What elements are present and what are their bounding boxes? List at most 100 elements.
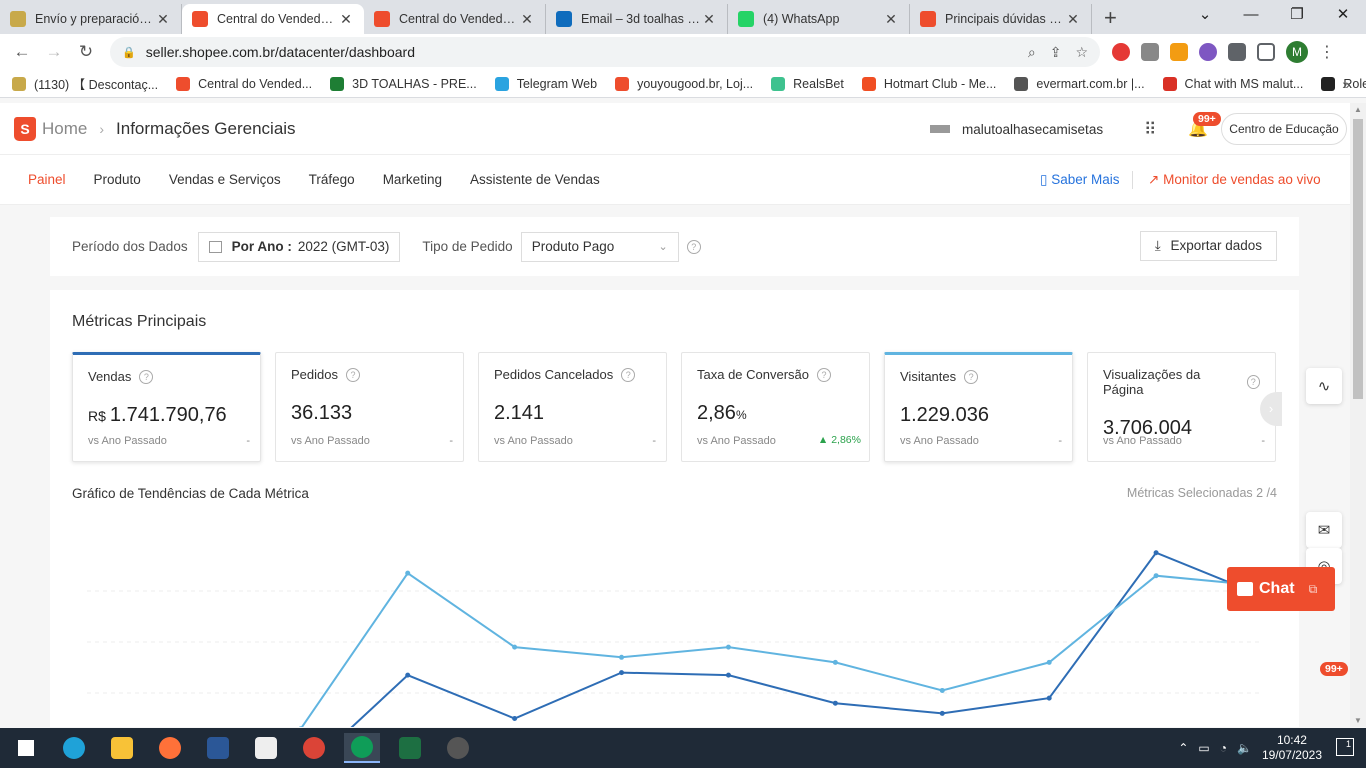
browser-tab[interactable]: Envío y preparación de...✕	[0, 4, 182, 34]
menu-item[interactable]: Assistente de Vendas	[470, 172, 600, 187]
opera-extension-icon[interactable]	[1112, 43, 1130, 61]
data-point[interactable]	[1046, 695, 1052, 701]
education-center-button[interactable]: Centro de Educação	[1221, 113, 1347, 145]
clock[interactable]: 10:42 19/07/2023	[1262, 733, 1322, 763]
chart-extension-icon[interactable]	[1170, 43, 1188, 61]
data-point[interactable]	[619, 654, 625, 660]
bookmark-item[interactable]: Central do Vended...	[176, 74, 312, 93]
windows-start-icon[interactable]	[8, 733, 44, 763]
network-icon[interactable]: ▭	[1198, 741, 1209, 755]
apps-grid-icon[interactable]: ⠿	[1144, 120, 1156, 140]
profile-avatar[interactable]: M	[1286, 41, 1308, 63]
metric-card[interactable]: Pedidos? 36.133 vs Ano Passado -	[275, 352, 464, 462]
puzzle-icon[interactable]	[1228, 43, 1246, 61]
scrollbar-thumb[interactable]	[1353, 119, 1363, 399]
period-picker[interactable]: Por Ano : 2022 (GMT-03)	[197, 231, 401, 262]
forward-arrow-icon[interactable]: →	[38, 42, 70, 62]
wifi-icon[interactable]: ◔	[1220, 741, 1227, 755]
data-point[interactable]	[1046, 659, 1052, 665]
metric-card[interactable]: Visualizações da Página? 3.706.004 vs Ano …	[1087, 352, 1276, 462]
data-point[interactable]	[832, 700, 838, 706]
help-icon[interactable]: ?	[964, 369, 979, 384]
tab-close-icon[interactable]: ✕	[883, 11, 899, 28]
notification-center-icon[interactable]: 1	[1336, 738, 1354, 756]
volume-icon[interactable]: 🔈	[1237, 741, 1252, 755]
side-panel-icon[interactable]	[1257, 43, 1275, 61]
tab-close-icon[interactable]: ✕	[155, 11, 171, 28]
data-point[interactable]	[1153, 573, 1159, 579]
data-point[interactable]	[939, 687, 945, 693]
browser-tab[interactable]: (4) WhatsApp ✕	[728, 4, 910, 34]
breadcrumb-home[interactable]: Home	[42, 119, 87, 139]
chevron-up-icon[interactable]: ⌃	[1178, 741, 1188, 755]
data-point[interactable]	[832, 659, 838, 665]
tab-close-icon[interactable]: ✕	[1065, 11, 1081, 28]
bookmark-item[interactable]: Telegram Web	[494, 74, 597, 93]
bookmark-item[interactable]: Chat with MS malut...	[1162, 74, 1303, 93]
menu-item[interactable]: Tráfego	[309, 172, 355, 187]
zoom-icon[interactable]: ⌕	[1028, 44, 1036, 61]
browser-tab[interactable]: Email – 3d toalhas – O...✕	[546, 4, 728, 34]
data-point[interactable]	[512, 716, 518, 721]
restore-icon[interactable]: ❐	[1274, 0, 1320, 32]
order-type-select[interactable]: Produto Pago ⌄	[520, 231, 679, 262]
export-data-button[interactable]: ⤓ Exportar dados	[1139, 231, 1277, 261]
browser-tab[interactable]: Central do Vendedor da...✕	[364, 4, 546, 34]
learn-more-link[interactable]: ▯ Saber Mais	[1040, 172, 1119, 188]
data-point[interactable]	[939, 710, 945, 716]
back-arrow-icon[interactable]: ←	[6, 42, 38, 62]
file-explorer-icon[interactable]	[104, 733, 140, 763]
minimize-icon[interactable]: —	[1228, 0, 1274, 32]
help-icon[interactable]: ?	[345, 367, 360, 382]
bookmark-item[interactable]: youyougood.br, Loj...	[615, 74, 753, 93]
chrome-icon[interactable]	[296, 733, 332, 763]
help-icon[interactable]: ?	[139, 369, 154, 384]
bookmark-item[interactable]: Hotmart Club - Me...	[861, 74, 996, 93]
metric-card[interactable]: Vendas? R$ 1.741.790,76 vs Ano Passado -	[72, 352, 261, 462]
new-tab-button[interactable]: +	[1104, 4, 1117, 34]
tab-close-icon[interactable]: ✕	[519, 11, 535, 28]
browser-tab[interactable]: Central do Vendedor da...✕	[182, 4, 364, 34]
metric-card[interactable]: Visitantes? 1.229.036 vs Ano Passado -	[884, 352, 1073, 462]
tab-close-icon[interactable]: ✕	[338, 11, 354, 28]
menu-item[interactable]: Vendas e Serviços	[169, 172, 281, 187]
star-icon[interactable]: ☆	[1075, 44, 1088, 61]
more-bookmarks-icon[interactable]: »	[1342, 76, 1350, 92]
gear-extension-icon[interactable]	[1199, 43, 1217, 61]
live-sales-monitor-link[interactable]: ↗ Monitor de vendas ao vivo	[1148, 172, 1321, 188]
browser-app-icon[interactable]	[440, 733, 476, 763]
firefox-icon[interactable]	[152, 733, 188, 763]
share-icon[interactable]: ⇪	[1050, 44, 1062, 61]
scroll-up-icon[interactable]: ▲	[1350, 105, 1366, 114]
tab-close-icon[interactable]: ✕	[701, 11, 717, 28]
browser-tab[interactable]: Principais dúvidas sob...✕	[910, 4, 1092, 34]
menu-item[interactable]: Produto	[94, 172, 141, 187]
expand-icon[interactable]: ⧉	[1309, 582, 1318, 597]
data-point[interactable]	[512, 644, 518, 650]
bookmark-item[interactable]: 3D TOALHAS - PRE...	[330, 74, 477, 93]
data-point[interactable]	[619, 670, 625, 676]
extension-icon[interactable]	[1141, 43, 1159, 61]
reload-icon[interactable]: ↻	[70, 42, 102, 62]
address-bar[interactable]: 🔒 seller.shopee.com.br/datacenter/dashbo…	[110, 37, 1100, 67]
shopee-logo-icon[interactable]: S	[14, 116, 36, 141]
metric-card[interactable]: Taxa de Conversão? 2,86% vs Ano Passado ▲ 2…	[681, 352, 870, 462]
menu-item[interactable]: Painel	[28, 172, 66, 187]
scroll-down-icon[interactable]: ▼	[1350, 716, 1366, 725]
help-icon[interactable]: ?	[621, 367, 636, 382]
data-point[interactable]	[725, 644, 731, 650]
help-icon[interactable]: ?	[686, 239, 701, 254]
shop-account[interactable]: malutoalhasecamisetas	[930, 103, 1103, 155]
page-scrollbar[interactable]: ▲ ▼	[1350, 103, 1366, 727]
edge-icon[interactable]	[56, 733, 92, 763]
data-point[interactable]	[405, 672, 411, 678]
help-icon[interactable]: ?	[1246, 375, 1260, 389]
tab-search-icon[interactable]: ⌄	[1182, 0, 1228, 32]
message-icon[interactable]: ✉	[1306, 512, 1342, 548]
data-point[interactable]	[725, 672, 731, 678]
data-point[interactable]	[405, 570, 411, 576]
help-icon[interactable]: ?	[817, 367, 832, 382]
app-icon[interactable]	[248, 733, 284, 763]
close-window-icon[interactable]: ✕	[1320, 0, 1366, 32]
bookmark-item[interactable]: evermart.com.br |...	[1014, 74, 1145, 93]
